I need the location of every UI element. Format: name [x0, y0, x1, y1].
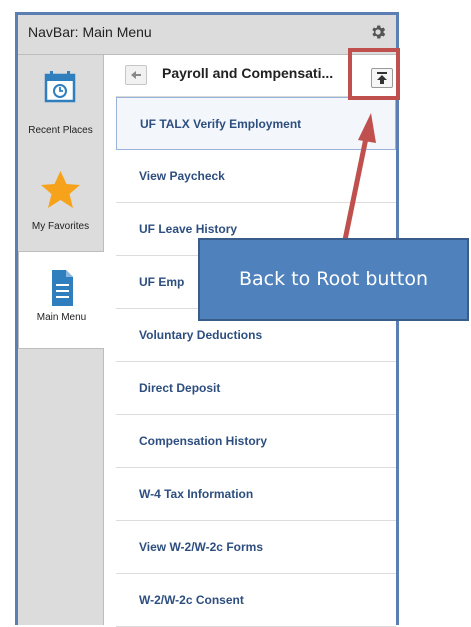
list-item-label: W-4 Tax Information: [139, 487, 254, 501]
navbar-header: NavBar: Main Menu: [18, 15, 396, 55]
list-item[interactable]: Compensation History: [116, 415, 396, 468]
list-item[interactable]: W-2/W-2c Consent: [116, 574, 396, 627]
document-icon: [52, 270, 73, 306]
annotation-callout: Back to Root button: [198, 238, 469, 321]
rail-item-label: Main Menu: [36, 312, 87, 323]
rail-item-label: Recent Places: [28, 125, 93, 136]
rail-item-label: My Favorites: [31, 221, 90, 232]
list-item-label: UF Leave History: [139, 222, 238, 236]
annotation-callout-text: Back to Root button: [238, 268, 429, 290]
list-item-label: W-2/W-2c Consent: [139, 593, 244, 607]
navbar-title: NavBar: Main Menu: [28, 24, 152, 40]
back-arrow-icon: [131, 71, 141, 79]
list-item-label: View W-2/W-2c Forms: [139, 540, 263, 554]
gear-icon[interactable]: [369, 23, 387, 41]
list-item-label: Compensation History: [139, 434, 268, 448]
list-item-label: Voluntary Deductions: [139, 328, 263, 342]
list-item[interactable]: View Paycheck: [116, 150, 396, 203]
menu-content: Payroll and Compensati... UF TALX Verify…: [116, 55, 396, 627]
list-item-label: UF TALX Verify Employment: [140, 117, 302, 131]
rail-item-my-favorites[interactable]: My Favorites: [18, 153, 103, 251]
list-item[interactable]: UF TALX Verify Employment: [116, 97, 396, 150]
list-item-label: UF Emp: [139, 275, 185, 289]
root-button-highlight: [348, 48, 400, 100]
star-icon: [41, 171, 80, 208]
menu-title: Payroll and Compensati...: [162, 65, 334, 81]
navbar-rail: Recent Places My Favorites Main Menu: [18, 55, 104, 625]
list-item[interactable]: View W-2/W-2c Forms: [116, 521, 396, 574]
list-item-label: View Paycheck: [139, 169, 225, 183]
back-button[interactable]: [125, 65, 147, 85]
rail-item-recent-places[interactable]: Recent Places: [18, 55, 103, 153]
list-item[interactable]: Direct Deposit: [116, 362, 396, 415]
menu-list: UF TALX Verify Employment View Paycheck …: [116, 97, 396, 627]
rail-item-main-menu[interactable]: Main Menu: [18, 251, 104, 349]
calendar-clock-icon: [44, 71, 76, 103]
list-item[interactable]: W-4 Tax Information: [116, 468, 396, 521]
list-item-label: Direct Deposit: [139, 381, 221, 395]
